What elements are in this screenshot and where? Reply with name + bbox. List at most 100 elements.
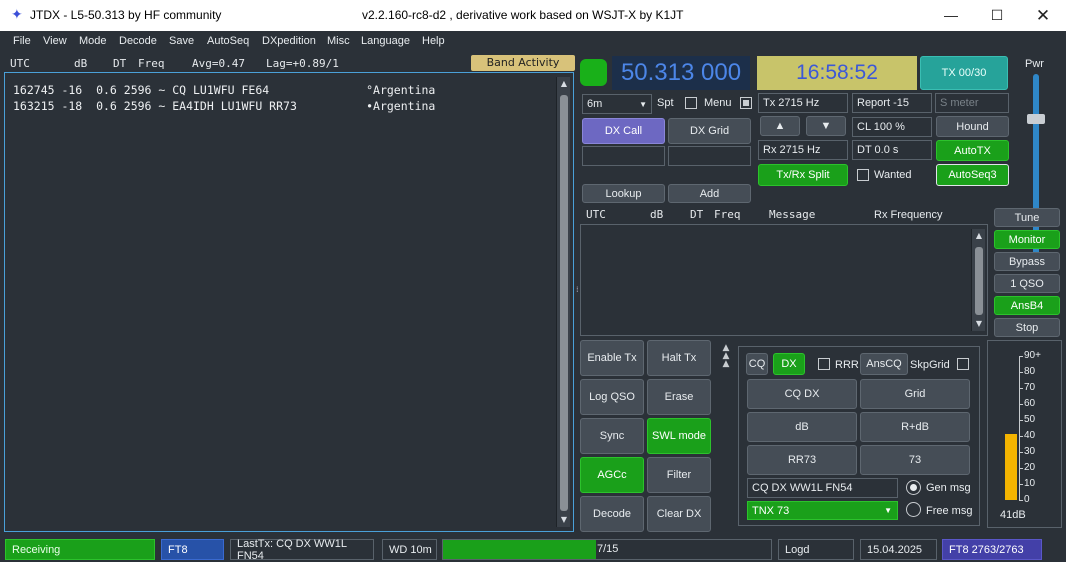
menu-misc[interactable]: Misc bbox=[327, 35, 350, 47]
scroll-up-icon[interactable]: ▲ bbox=[972, 231, 986, 240]
spt-checkbox[interactable] bbox=[685, 97, 697, 109]
receiving-status: Receiving bbox=[5, 539, 155, 560]
wanted-checkbox[interactable] bbox=[857, 169, 869, 181]
rx-col-dt: DT bbox=[690, 208, 704, 221]
menu-decode[interactable]: Decode bbox=[119, 35, 157, 47]
menu-autoseq[interactable]: AutoSeq bbox=[207, 35, 249, 47]
menu-view[interactable]: View bbox=[43, 35, 67, 47]
add-button[interactable]: Add bbox=[668, 184, 751, 203]
rx-freq-spinbox[interactable]: Rx 2715 Hz bbox=[758, 140, 848, 160]
rx-scrollbar[interactable]: ▲ ▼ bbox=[971, 229, 985, 331]
autoseq3-button[interactable]: AutoSeq3 bbox=[936, 164, 1009, 186]
db-button[interactable]: dB bbox=[747, 412, 857, 442]
meter-tick-label: 90+ bbox=[1024, 350, 1041, 361]
dx-call-input[interactable] bbox=[582, 146, 665, 166]
clear-dx-button[interactable]: Clear DX bbox=[647, 496, 711, 532]
list-item[interactable]: 162745 -16 0.6 2596 ~ CQ LU1WFU FE64 °Ar… bbox=[13, 83, 435, 97]
skpgrid-checkbox[interactable] bbox=[957, 358, 969, 370]
close-icon[interactable]: ✕ bbox=[1020, 0, 1066, 31]
maximize-icon[interactable]: ☐ bbox=[974, 0, 1020, 31]
band-scrollbar[interactable]: ▲ ▼ bbox=[556, 77, 570, 527]
scroll-thumb[interactable] bbox=[560, 95, 568, 511]
radio-selected-dot bbox=[910, 484, 917, 491]
log-qso-button[interactable]: Log QSO bbox=[580, 379, 644, 415]
scroll-up-icon[interactable]: ▲ bbox=[557, 79, 571, 88]
menu-checkbox[interactable] bbox=[740, 97, 752, 109]
menu-file[interactable]: File bbox=[13, 35, 31, 47]
report-spinbox[interactable]: Report -15 bbox=[852, 93, 932, 113]
txrx-split-button[interactable]: Tx/Rx Split bbox=[758, 164, 848, 186]
tx-freq-spinbox[interactable]: Tx 2715 Hz bbox=[758, 93, 848, 113]
dt-spinbox[interactable]: DT 0.0 s bbox=[852, 140, 932, 160]
monitor-button[interactable]: Monitor bbox=[994, 230, 1060, 249]
menu-language[interactable]: Language bbox=[361, 35, 410, 47]
cq-tab-button[interactable]: CQ bbox=[746, 353, 768, 375]
decode-button[interactable]: Decode bbox=[580, 496, 644, 532]
tab-switch-icon[interactable]: ▲ ▲ ▲ bbox=[716, 344, 736, 374]
seventy-three-button[interactable]: 73 bbox=[860, 445, 970, 475]
meter-tick-mark bbox=[1019, 436, 1023, 437]
ansb4-button[interactable]: AnsB4 bbox=[994, 296, 1060, 315]
gen-msg-radio[interactable] bbox=[906, 480, 921, 495]
rrr-checkbox[interactable] bbox=[818, 358, 830, 370]
r-db-button[interactable]: R+dB bbox=[860, 412, 970, 442]
rr73-button[interactable]: RR73 bbox=[747, 445, 857, 475]
sync-button[interactable]: Sync bbox=[580, 418, 644, 454]
scroll-down-icon[interactable]: ▼ bbox=[557, 515, 571, 524]
free-msg-radio[interactable] bbox=[906, 502, 921, 517]
list-item[interactable]: 163215 -18 0.6 2596 ~ EA4IDH LU1WFU RR73… bbox=[13, 99, 435, 113]
splitter-handle[interactable]: ⁞ bbox=[576, 285, 579, 299]
dx-call-button[interactable]: DX Call bbox=[582, 118, 665, 144]
arrow-down-icon[interactable]: ▼ bbox=[806, 116, 846, 136]
tune-button[interactable]: Tune bbox=[994, 208, 1060, 227]
rx-frequency-pane[interactable]: ▲ ▼ bbox=[580, 224, 988, 336]
menu-mode[interactable]: Mode bbox=[79, 35, 107, 47]
signal-meter: 90+ 80 70 60 50 40 30 20 10 0 41dB bbox=[987, 340, 1062, 528]
filter-button[interactable]: Filter bbox=[647, 457, 711, 493]
meter-tick-label: 70 bbox=[1024, 382, 1036, 393]
meter-tick-label: 20 bbox=[1024, 462, 1036, 473]
meter-tick-label: 50 bbox=[1024, 414, 1036, 425]
autotx-button[interactable]: AutoTX bbox=[936, 140, 1009, 161]
menu-save[interactable]: Save bbox=[169, 35, 194, 47]
one-qso-button[interactable]: 1 QSO bbox=[994, 274, 1060, 293]
skpgrid-label: SkpGrid bbox=[910, 359, 950, 371]
rx-col-freq: Freq bbox=[714, 208, 741, 221]
anscq-button[interactable]: AnsCQ bbox=[860, 353, 908, 375]
bypass-button[interactable]: Bypass bbox=[994, 252, 1060, 271]
arrow-up-icon[interactable]: ▲ bbox=[760, 116, 800, 136]
menu-dxpedition[interactable]: DXpedition bbox=[262, 35, 316, 47]
stop-button[interactable]: Stop bbox=[994, 318, 1060, 337]
band-activity-pane[interactable]: 162745 -16 0.6 2596 ~ CQ LU1WFU FE64 °Ar… bbox=[4, 72, 574, 532]
dx-tab-button[interactable]: DX bbox=[773, 353, 805, 375]
hound-button[interactable]: Hound bbox=[936, 116, 1009, 137]
cl-spinbox[interactable]: CL 100 % bbox=[852, 117, 932, 137]
swl-mode-button[interactable]: SWL mode bbox=[647, 418, 711, 454]
status-led bbox=[580, 59, 607, 86]
band-select[interactable]: 6m ▼ bbox=[582, 94, 652, 114]
last-tx-status: LastTx: CQ DX WW1L FN54 bbox=[230, 538, 374, 562]
grid-button[interactable]: Grid bbox=[860, 379, 970, 409]
menu-help[interactable]: Help bbox=[422, 35, 445, 47]
erase-button[interactable]: Erase bbox=[647, 379, 711, 415]
cq-dx-button[interactable]: CQ DX bbox=[747, 379, 857, 409]
pwr-slider-handle[interactable] bbox=[1027, 114, 1045, 124]
frequency-display[interactable]: 50.313 000 bbox=[612, 56, 750, 90]
enable-tx-button[interactable]: Enable Tx bbox=[580, 340, 644, 376]
minimize-icon[interactable]: — bbox=[928, 0, 974, 31]
smeter-field[interactable]: S meter bbox=[935, 93, 1009, 113]
tx-counter[interactable]: TX 00/30 bbox=[920, 56, 1008, 90]
dx-grid-input[interactable] bbox=[668, 146, 751, 166]
dx-grid-button[interactable]: DX Grid bbox=[668, 118, 751, 144]
halt-tx-button[interactable]: Halt Tx bbox=[647, 340, 711, 376]
pwr-label: Pwr bbox=[1025, 58, 1044, 70]
clock-display: 16:58:52 bbox=[757, 56, 917, 90]
lookup-button[interactable]: Lookup bbox=[582, 184, 665, 203]
agcc-button[interactable]: AGCc bbox=[580, 457, 644, 493]
scroll-down-icon[interactable]: ▼ bbox=[972, 319, 986, 328]
free-msg-select[interactable]: TNX 73 ▼ bbox=[747, 501, 898, 520]
gen-msg-field[interactable]: CQ DX WW1L FN54 bbox=[747, 478, 898, 498]
scroll-thumb[interactable] bbox=[975, 247, 983, 315]
free-msg-label: Free msg bbox=[926, 505, 973, 517]
chevron-down-icon: ▼ bbox=[884, 506, 892, 515]
